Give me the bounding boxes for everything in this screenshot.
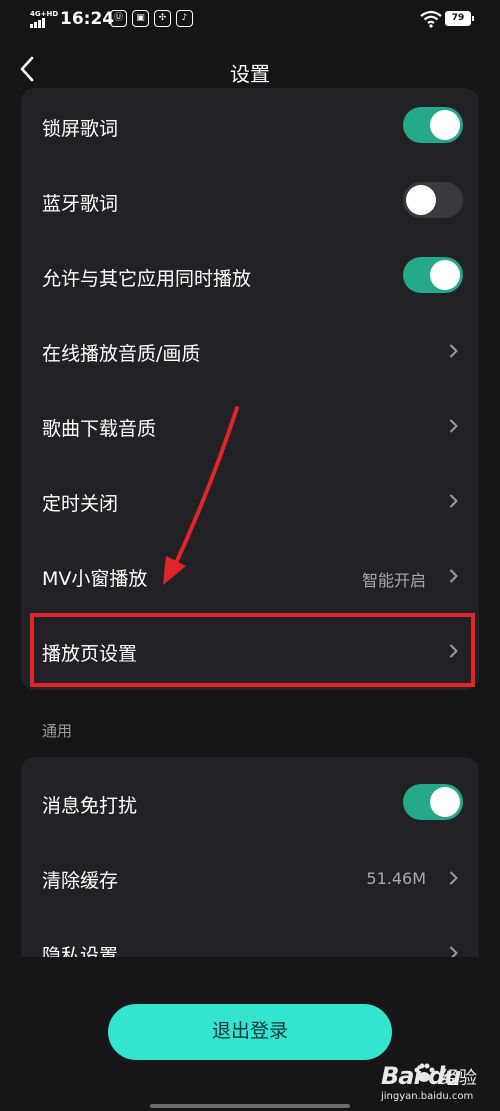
network-type-label: 4G+HD <box>30 10 59 18</box>
battery-icon: 79 <box>445 11 474 26</box>
settings-row-download-quality[interactable]: 歌曲下载音质 <box>21 388 479 463</box>
toggle-knob <box>430 110 460 140</box>
chevron-right-icon <box>450 569 458 583</box>
row-label: 定时关闭 <box>42 493 119 515</box>
row-value: 智能开启 <box>361 571 426 590</box>
tiktok-icon: ♪ <box>176 10 193 27</box>
wifi-icon <box>420 10 442 28</box>
general-settings-card: 消息免打扰 清除缓存 51.46M 隐私设置 <box>21 757 479 957</box>
settings-row-privacy[interactable]: 隐私设置 <box>21 915 479 957</box>
toggle-knob <box>430 260 460 290</box>
row-label: MV小窗播放 <box>42 568 148 590</box>
settings-row-mix-playback: 允许与其它应用同时播放 <box>21 238 479 313</box>
watermark-url: jingyan.baidu.com <box>381 1091 474 1102</box>
playback-settings-card: 锁屏歌词 蓝牙歌词 允许与其它应用同时播放 在线播放音质/画质 歌曲下载音质 定… <box>21 88 479 690</box>
logout-button[interactable]: 退出登录 <box>108 1004 392 1060</box>
bluetooth-lyrics-toggle[interactable] <box>403 182 463 218</box>
settings-row-bluetooth-lyrics: 蓝牙歌词 <box>21 163 479 238</box>
hd-icon: Ⓤ <box>110 10 127 27</box>
row-label: 蓝牙歌词 <box>42 193 119 215</box>
chevron-right-icon <box>450 644 458 658</box>
clock: 16:24 <box>60 9 115 29</box>
settings-row-player-page[interactable]: 播放页设置 <box>21 613 479 688</box>
toggle-knob <box>406 185 436 215</box>
chevron-right-icon <box>450 419 458 433</box>
section-header-general: 通用 <box>42 722 73 740</box>
chevron-right-icon <box>450 946 458 957</box>
settings-row-do-not-disturb: 消息免打扰 <box>21 765 479 840</box>
home-indicator[interactable] <box>150 1104 350 1108</box>
cellular-signal-icon: 4G+HD <box>30 10 58 28</box>
row-label: 歌曲下载音质 <box>42 418 157 440</box>
settings-row-mv-mini-window[interactable]: MV小窗播放 智能开启 <box>21 538 479 613</box>
mix-playback-toggle[interactable] <box>403 257 463 293</box>
status-bar: 4G+HD 16:24 Ⓤ ▣ ✣ ♪ 79 <box>0 0 500 40</box>
chevron-right-icon <box>450 494 458 508</box>
chevron-right-icon <box>450 871 458 885</box>
chevron-right-icon <box>450 344 458 358</box>
page-title: 设置 <box>230 62 270 86</box>
paw-icon <box>414 1063 435 1082</box>
fan-icon: ✣ <box>154 10 171 27</box>
row-value: 51.46M <box>366 869 426 888</box>
notification-icons: Ⓤ ▣ ✣ ♪ <box>110 10 193 27</box>
row-label: 播放页设置 <box>42 643 138 665</box>
settings-row-clear-cache[interactable]: 清除缓存 51.46M <box>21 840 479 915</box>
do-not-disturb-toggle[interactable] <box>403 784 463 820</box>
lockscreen-lyrics-toggle[interactable] <box>403 107 463 143</box>
settings-row-lockscreen-lyrics: 锁屏歌词 <box>21 88 479 163</box>
row-label: 隐私设置 <box>42 945 119 957</box>
settings-row-online-quality[interactable]: 在线播放音质/画质 <box>21 313 479 388</box>
row-label: 在线播放音质/画质 <box>42 343 201 365</box>
app-icon: ▣ <box>132 10 149 27</box>
row-label: 清除缓存 <box>42 870 119 892</box>
watermark-brand-cn: 经验 <box>441 1068 477 1089</box>
toggle-knob <box>430 787 460 817</box>
settings-row-sleep-timer[interactable]: 定时关闭 <box>21 463 479 538</box>
row-label: 允许与其它应用同时播放 <box>42 268 252 290</box>
row-label: 锁屏歌词 <box>42 118 119 140</box>
baidu-watermark: Bai du 经验 jingyan.baidu.com <box>375 1058 495 1108</box>
row-label: 消息免打扰 <box>42 795 138 817</box>
